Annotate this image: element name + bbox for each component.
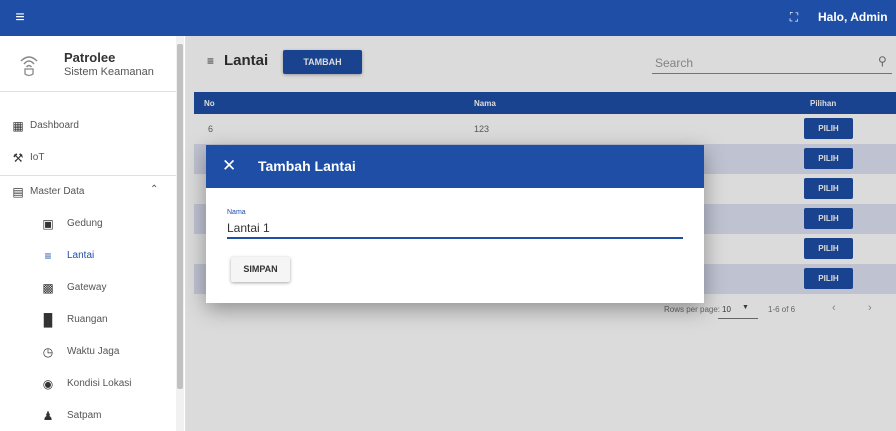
person-icon: ♟ (42, 409, 54, 423)
sidebar-item-label: Gateway (67, 282, 107, 293)
wrench-icon: ⚒ (12, 151, 24, 165)
top-app-bar: ≡ ⛶ Halo, Admin (0, 0, 896, 36)
nama-field-label: Nama (227, 209, 246, 216)
sidebar-item-master-data[interactable]: ▤ Master Data ⌃ (0, 176, 176, 208)
sidebar-item-satpam[interactable]: ♟ Satpam (0, 400, 176, 431)
brand: Patrolee Sistem Keamanan (0, 36, 176, 92)
sidebar-item-label: Master Data (30, 186, 85, 197)
sidebar-item-iot[interactable]: ⚒ IoT (0, 142, 176, 174)
close-icon[interactable]: ✕ (222, 157, 236, 175)
table-icon: ▤ (12, 185, 24, 199)
sidebar-item-lantai[interactable]: ≡ Lantai (0, 240, 176, 272)
scrollbar-thumb[interactable] (177, 44, 183, 389)
sidebar-item-label: Satpam (67, 410, 102, 421)
brand-name: Patrolee (64, 50, 116, 65)
sidebar-item-label: Ruangan (67, 314, 108, 325)
building-icon: ▣ (42, 217, 54, 231)
wifi-shield-icon (18, 52, 40, 78)
user-greeting[interactable]: Halo, Admin (818, 10, 888, 24)
sidebar: Patrolee Sistem Keamanan ▦ Dashboard ⚒ I… (0, 36, 186, 431)
menu-icon[interactable]: ≡ (10, 8, 30, 28)
nama-field[interactable] (227, 219, 683, 239)
sidebar-item-label: Lantai (67, 250, 95, 261)
chevron-up-icon: ⌃ (150, 184, 159, 195)
room-icon: █ (43, 313, 53, 327)
save-button[interactable]: SIMPAN (231, 257, 290, 282)
sidebar-item-gedung[interactable]: ▣ Gedung (0, 208, 176, 240)
sidebar-item-label: Gedung (67, 218, 103, 229)
router-icon: ▩ (42, 281, 54, 295)
sidebar-item-kondisi-lokasi[interactable]: ◉ Kondisi Lokasi (0, 368, 176, 400)
radio-icon: ◉ (42, 377, 54, 391)
dashboard-icon: ▦ (12, 119, 24, 133)
sidebar-item-label: Dashboard (30, 120, 79, 131)
sidebar-item-label: IoT (30, 152, 45, 163)
dialog-header: ✕ Tambah Lantai (206, 145, 704, 188)
sidebar-scrollbar[interactable] (176, 36, 184, 431)
list-icon: ≡ (44, 249, 52, 263)
fullscreen-icon[interactable]: ⛶ (786, 9, 802, 25)
clock-icon: ◷ (42, 345, 54, 359)
add-floor-dialog: ✕ Tambah Lantai Nama SIMPAN (206, 145, 704, 303)
sidebar-item-label: Kondisi Lokasi (67, 378, 132, 389)
sidebar-item-gateway[interactable]: ▩ Gateway (0, 272, 176, 304)
sidebar-item-ruangan[interactable]: █ Ruangan (0, 304, 176, 336)
brand-subtitle: Sistem Keamanan (64, 66, 154, 78)
dialog-title: Tambah Lantai (258, 158, 356, 174)
sidebar-item-label: Waktu Jaga (67, 346, 120, 357)
sidebar-item-dashboard[interactable]: ▦ Dashboard (0, 110, 176, 142)
sidebar-item-waktu-jaga[interactable]: ◷ Waktu Jaga (0, 336, 176, 368)
